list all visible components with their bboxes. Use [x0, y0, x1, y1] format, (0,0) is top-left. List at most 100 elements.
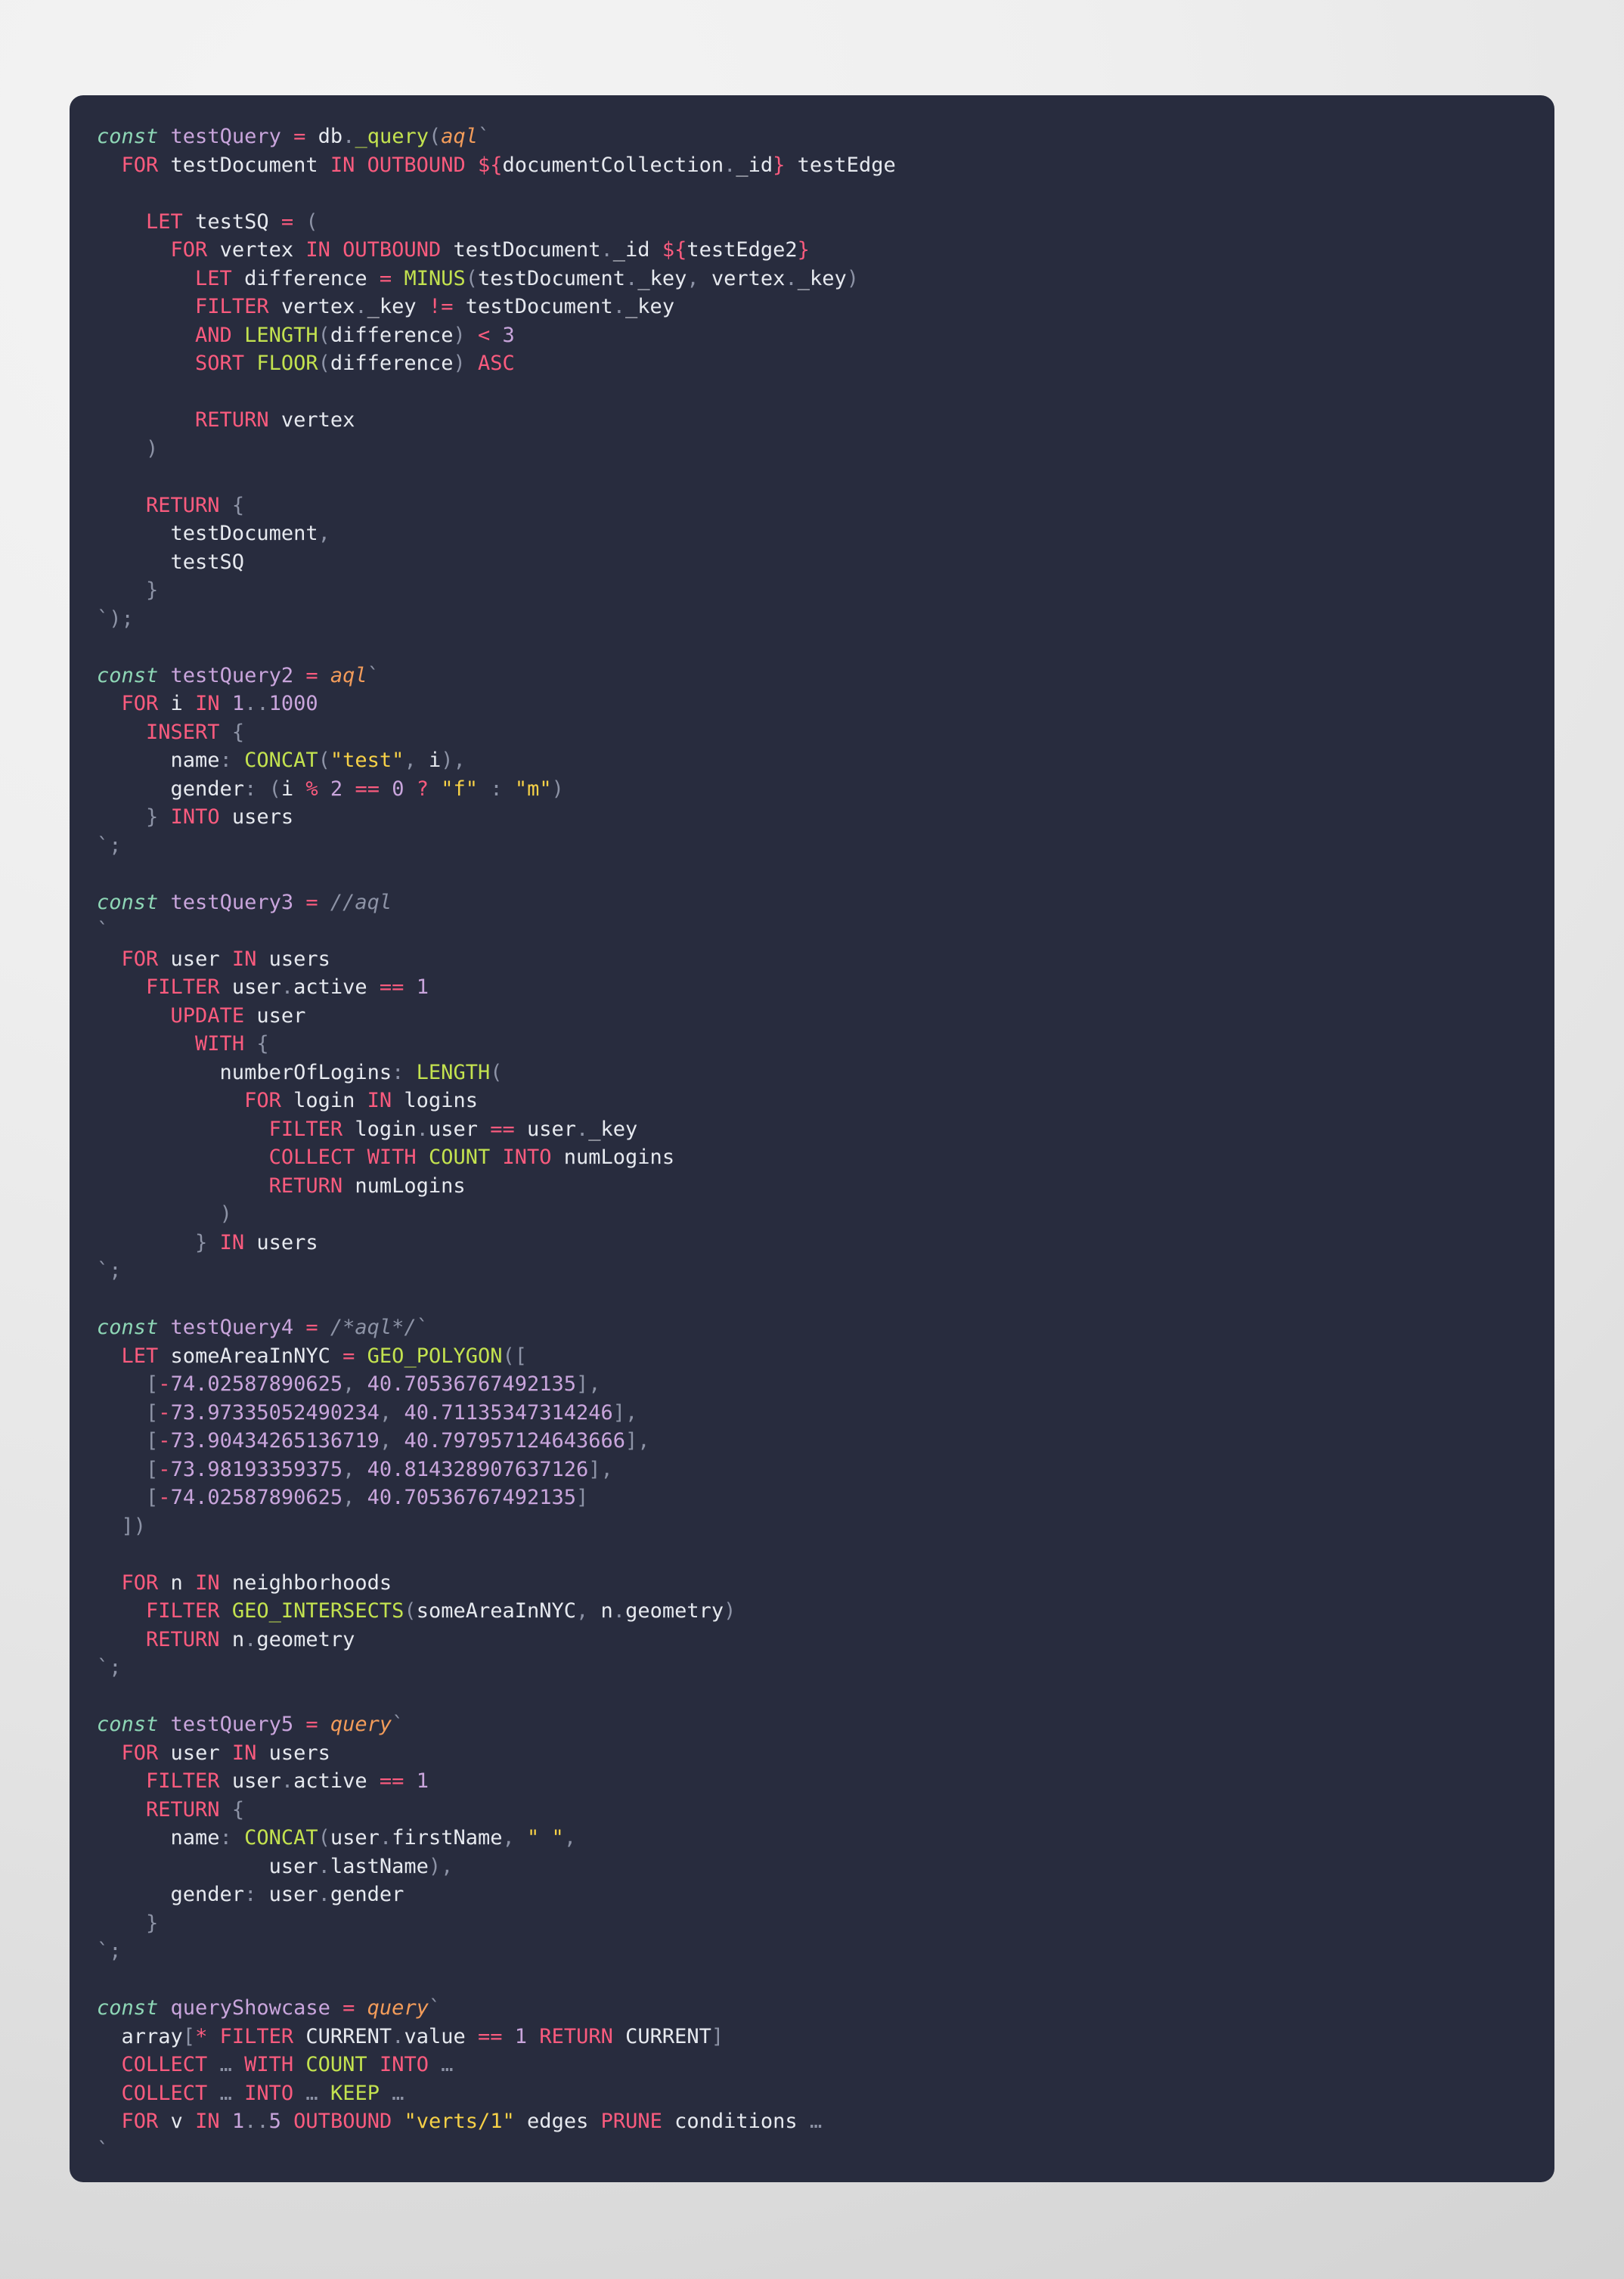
code-token-pun: [	[146, 1372, 159, 1396]
code-token-pun: )	[146, 436, 159, 460]
code-token-txt: user	[256, 1883, 318, 1906]
code-token-pun: (	[465, 266, 478, 290]
code-token-op: =	[305, 1713, 318, 1736]
code-token-pun: `	[428, 1996, 442, 2020]
code-line: [-73.97335052490234, 40.71135347314246],	[97, 1399, 1554, 1428]
code-token-pun: `;	[97, 1939, 122, 1963]
code-token-pun: [	[146, 1457, 159, 1481]
code-token-pun: …	[219, 2053, 232, 2076]
code-token-fn: _query	[355, 125, 429, 148]
code-token-txt: documentCollection	[502, 153, 724, 177]
code-token-kw: FOR	[121, 692, 159, 715]
code-token-txt: difference	[330, 352, 454, 375]
code-token-txt: vertex	[699, 266, 786, 290]
code-line: `;	[97, 832, 1554, 860]
code-token-pun: ),	[428, 1854, 454, 1878]
code-line: const queryShowcase = query`	[97, 1994, 1554, 2023]
code-line: RETURN vertex	[97, 406, 1554, 435]
code-token-pun: `	[478, 125, 491, 148]
code-token-pun: [	[146, 1429, 159, 1453]
code-line: gender: (i % 2 == 0 ? "f" : "m")	[97, 775, 1554, 804]
code-token-kw: FOR	[121, 1741, 159, 1765]
code-line: user.lastName),	[97, 1853, 1554, 1881]
code-token-pun: ),	[441, 749, 466, 772]
code-token-pun: .	[600, 238, 613, 262]
code-token-pun: ,	[318, 522, 330, 545]
code-token-kw: FOR	[121, 1570, 159, 1595]
code-token-num: 40.70536767492135	[367, 1372, 577, 1396]
code-line: FILTER user.active == 1	[97, 1767, 1554, 1796]
code-token-txt: numLogins	[551, 1146, 675, 1169]
code-line: FOR n IN neighborhoods	[97, 1569, 1554, 1598]
code-line: `	[97, 2136, 1554, 2165]
code-token-pun: [	[146, 1400, 159, 1425]
code-token-kw: WITH	[195, 1032, 245, 1056]
code-token-op: -	[158, 1486, 171, 1509]
code-token-txt: CURRENT	[293, 2024, 392, 2048]
code-token-txt: _id	[612, 238, 662, 262]
code-line: ​	[97, 633, 1554, 662]
code-token-num: 3	[502, 323, 515, 347]
code-block[interactable]: const testQuery = db._query(aql` FOR tes…	[70, 122, 1554, 2164]
code-token-pun: ,	[686, 266, 699, 290]
code-token-num: 40.71135347314246	[404, 1400, 613, 1425]
code-token-pun: }	[146, 1911, 159, 1935]
code-token-pun: `;	[97, 833, 122, 857]
code-token-pun: ],	[576, 1372, 601, 1396]
code-token-op: ==	[490, 1117, 515, 1141]
code-token-pun: (	[305, 209, 318, 234]
code-token-txt: testDocument	[441, 238, 601, 262]
code-line: }	[97, 576, 1554, 605]
code-token-pun: (	[490, 1060, 503, 1084]
code-token-txt: user	[514, 1117, 577, 1141]
code-token-var: testQuery2	[170, 663, 294, 687]
code-token-txt: gender	[97, 1883, 245, 1906]
code-token-pun: `;	[97, 1656, 122, 1679]
code-token-kw: IN	[195, 692, 220, 715]
code-line: const testQuery4 = /*aql*/`	[97, 1313, 1554, 1342]
code-token-pun: .	[612, 295, 626, 318]
code-token-pun: ,	[342, 1457, 355, 1481]
code-token-txt: n	[158, 1570, 196, 1595]
code-token-dec: const	[97, 1316, 159, 1339]
code-token-tag: query	[330, 1713, 392, 1736]
code-line: }	[97, 1909, 1554, 1938]
code-token-txt: testEdge	[785, 153, 896, 177]
code-token-op: ==	[379, 1769, 404, 1793]
code-line: RETURN numLogins	[97, 1172, 1554, 1201]
code-token-kw: INTO	[502, 1146, 552, 1169]
code-line: ​	[97, 860, 1554, 888]
code-token-pun: .	[244, 1627, 257, 1651]
code-token-var: testQuery3	[170, 890, 294, 914]
code-token-pun: )	[453, 323, 466, 347]
